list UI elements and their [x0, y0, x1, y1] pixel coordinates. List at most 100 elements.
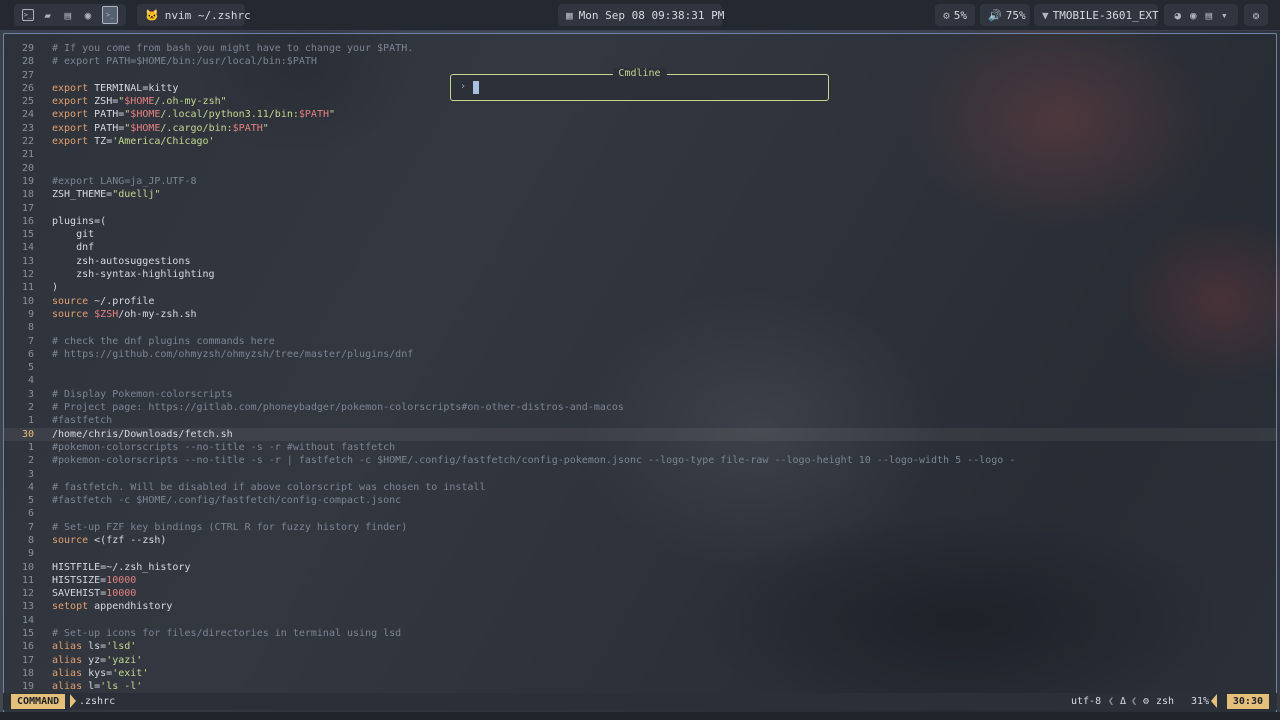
code-line[interactable]: 16 alias ls='lsd'	[4, 640, 1276, 653]
code-line[interactable]: 15 # Set-up icons for files/directories i…	[4, 627, 1276, 640]
code-line[interactable]: 11 HISTSIZE=10000	[4, 574, 1276, 587]
code-token: 'lsd'	[106, 641, 137, 653]
code-line[interactable]: 10 source ~/.profile	[4, 295, 1276, 308]
discord-icon[interactable]: ◕	[1172, 8, 1184, 22]
line-code: SAVEHIST=10000	[52, 587, 136, 600]
cmdline-popup[interactable]: Cmdline ›	[450, 68, 829, 101]
code-line[interactable]: 29 # If you come from bash you might have…	[4, 42, 1276, 55]
line-number: 19	[21, 175, 34, 187]
code-line[interactable]: 12 SAVEHIST=10000	[4, 587, 1276, 600]
code-token: # https://github.com/ohmyzsh/ohmyzsh/tre…	[52, 348, 414, 360]
line-code: # https://github.com/ohmyzsh/ohmyzsh/tre…	[52, 348, 413, 361]
chevron-left-icon: ❮	[1108, 696, 1115, 707]
current-line[interactable]: 30/home/chris/Downloads/fetch.sh	[4, 427, 1276, 441]
code-line[interactable]: 2 #pokemon-colorscripts --no-title -s -r …	[4, 454, 1276, 467]
code-line[interactable]: 17 alias yz='yazi'	[4, 654, 1276, 667]
line-number: 25	[21, 96, 34, 108]
line-number: 17	[21, 654, 34, 666]
code-line[interactable]: 3	[4, 468, 1276, 481]
code-line[interactable]: 23 export PATH="$HOME/.cargo/bin:$PATH"	[4, 122, 1276, 135]
code-line[interactable]: 19 #export LANG=ja_JP.UTF-8	[4, 175, 1276, 188]
code-line[interactable]: 5 #fastfetch -c $HOME/.config/fastfetch/c…	[4, 494, 1276, 507]
code-token: "	[262, 122, 269, 134]
code-line[interactable]: 20	[4, 162, 1276, 175]
cmdline-cursor[interactable]	[473, 81, 479, 94]
code-token: # fastfetch. Will be disabled if above c…	[52, 481, 486, 493]
steam-tray-icon[interactable]: ◉	[1188, 8, 1200, 22]
code-line[interactable]: 16 plugins=(	[4, 215, 1276, 228]
code-line[interactable]: 18 alias kys='exit'	[4, 667, 1276, 680]
code-line[interactable]: 4 # fastfetch. Will be disabled if above …	[4, 481, 1276, 494]
code-token: alias	[52, 681, 89, 693]
code-line[interactable]: 6	[4, 507, 1276, 520]
code-line[interactable]: 2 # Project page: https://gitlab.com/phon…	[4, 401, 1276, 414]
code-line[interactable]: 28 # export PATH=$HOME/bin:/usr/local/bin…	[4, 55, 1276, 68]
files-icon[interactable]: ▤	[62, 8, 74, 22]
code-line[interactable]: 11)	[4, 281, 1276, 294]
code-line[interactable]: 1 #pokemon-colorscripts --no-title -s -r …	[4, 441, 1276, 454]
power-button[interactable]: ❂	[1244, 4, 1268, 26]
code-line[interactable]: 7 # check the dnf plugins commands here	[4, 335, 1276, 348]
code-token: PATH=	[94, 122, 125, 134]
terminal-icon[interactable]: >_	[22, 9, 34, 21]
gear-icon: ⚙	[943, 8, 950, 22]
steam-icon[interactable]: ◉	[82, 8, 94, 22]
code-token: source	[52, 295, 95, 307]
active-terminal-icon[interactable]: >_	[102, 6, 118, 24]
volume-widget[interactable]: 🔊 75%	[980, 4, 1030, 26]
line-code: alias yz='yazi'	[52, 654, 142, 667]
clock-widget[interactable]: ▦ Mon Sep 08 09:38:31 PM	[558, 4, 725, 26]
code-line[interactable]: 4	[4, 374, 1276, 387]
code-line[interactable]: 1 #fastfetch	[4, 414, 1276, 427]
code-line[interactable]: 8	[4, 321, 1276, 334]
line-code: )	[52, 281, 58, 294]
code-token: $PATH	[298, 109, 329, 121]
line-number: 18	[21, 189, 34, 201]
code-token: #fastfetch	[52, 415, 113, 427]
code-line[interactable]: 3 # Display Pokemon-colorscripts	[4, 388, 1276, 401]
folder-icon[interactable]: ▰	[42, 8, 54, 22]
line-number: 13	[21, 601, 34, 613]
code-line[interactable]: 9	[4, 547, 1276, 560]
code-line[interactable]: 7 # Set-up FZF key bindings (CTRL R for f…	[4, 521, 1276, 534]
line-number: 3	[27, 468, 34, 480]
keyboard-icon[interactable]: ▤	[1203, 8, 1215, 22]
code-line[interactable]: 5	[4, 361, 1276, 374]
code-line[interactable]: 21	[4, 148, 1276, 161]
code-line[interactable]: 8 source <(fzf --zsh)	[4, 534, 1276, 547]
code-line[interactable]: 18 ZSH_THEME="duellj"	[4, 188, 1276, 201]
code-line[interactable]: 24 export PATH= " $HOME/.local/python3.11/b…	[4, 108, 1276, 121]
code-token: git	[52, 229, 95, 241]
line-code: plugins=(	[52, 215, 106, 228]
code-line[interactable]: 10 HISTFILE=~/.zsh_history	[4, 561, 1276, 574]
active-window-title[interactable]: 🐱 nvim ~/.zshrc	[137, 4, 251, 26]
line-number: 7	[27, 521, 34, 533]
code-line[interactable]: 19 alias l='ls -l'	[4, 680, 1276, 693]
editor-buffer[interactable]: 29 # If you come from bash you might have…	[4, 42, 1276, 694]
cmdline-title: Cmdline	[612, 68, 667, 79]
code-line[interactable]: 13 zsh-autosuggestions	[4, 255, 1276, 268]
code-line[interactable]: 14 dnf	[4, 241, 1276, 254]
line-number: 4	[27, 375, 34, 387]
cpu-widget[interactable]: ⚙ 5%	[935, 4, 975, 26]
line-code: HISTSIZE=10000	[52, 574, 136, 587]
code-line[interactable]: 12 zsh-syntax-highlighting	[4, 268, 1276, 281]
code-line[interactable]: 13 setopt appendhistory	[4, 600, 1276, 613]
code-line[interactable]: 17	[4, 202, 1276, 215]
code-line[interactable]: 14	[4, 614, 1276, 627]
terminal-window[interactable]: 29 # If you come from bash you might have…	[3, 33, 1277, 713]
clock-text: Mon Sep 08 09:38:31 PM	[578, 8, 725, 22]
line-number: 29	[21, 43, 34, 54]
code-token: source	[52, 308, 95, 320]
network-widget[interactable]: ▼ TMOBILE-3601_EXT	[1034, 4, 1159, 26]
code-line[interactable]: 9 source $ZSH/oh-my-zsh.sh	[4, 308, 1276, 321]
code-line[interactable]: 6 # https://github.com/ohmyzsh/ohmyzsh/tr…	[4, 348, 1276, 361]
code-line[interactable]: 22 export TZ='America/Chicago'	[4, 135, 1276, 148]
line-code: git	[52, 228, 94, 241]
code-token: 10000	[106, 588, 137, 600]
code-token: 'exit'	[112, 667, 149, 679]
wifi-tray-icon[interactable]: ▾	[1219, 8, 1231, 22]
code-line[interactable]: 15 git	[4, 228, 1276, 241]
line-code: export TZ='America/Chicago'	[52, 135, 215, 148]
position-separator	[1211, 694, 1217, 708]
